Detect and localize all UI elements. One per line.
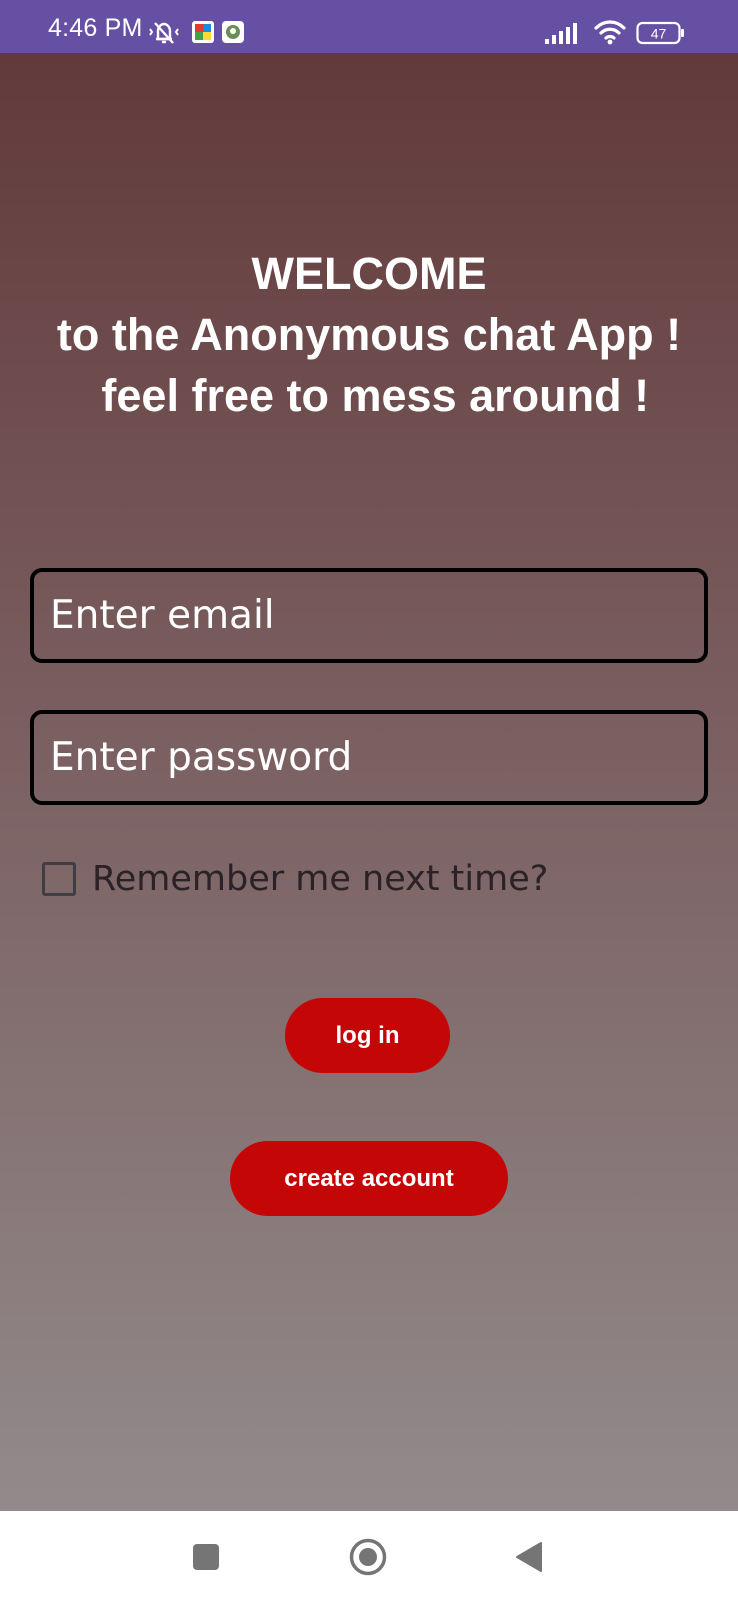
battery-level-text: 47: [651, 26, 667, 42]
remember-me-checkbox[interactable]: [42, 862, 76, 896]
home-circle-icon[interactable]: [349, 1538, 387, 1576]
signal-icon: [545, 23, 577, 44]
back-triangle-icon[interactable]: [515, 1541, 543, 1573]
navigation-bar: [0, 1511, 738, 1600]
app-notification-icon: [192, 21, 214, 43]
mute-icon: [149, 22, 179, 44]
recents-square-icon[interactable]: [193, 1544, 219, 1570]
password-input[interactable]: [34, 714, 704, 801]
welcome-tagline: feel free to mess around !: [88, 370, 650, 421]
welcome-heading: WELCOME to the Anonymous chat App ! feel…: [0, 243, 738, 426]
remember-me-label[interactable]: Remember me next time?: [92, 859, 548, 899]
status-time: 4:46 PM: [48, 14, 143, 42]
app-screen: 4:46 PM 47 WELCOME to the Anonymous chat…: [0, 0, 738, 1600]
login-screen: WELCOME to the Anonymous chat App ! feel…: [0, 53, 738, 1511]
app-notification-icon-2: [222, 21, 244, 43]
battery-icon: 47: [636, 21, 684, 45]
email-field-container: [30, 568, 708, 663]
email-input[interactable]: [34, 572, 704, 659]
welcome-subtitle: to the Anonymous chat App !: [56, 309, 682, 360]
create-account-button[interactable]: create account: [230, 1141, 508, 1216]
password-field-container: [30, 710, 708, 805]
welcome-title: WELCOME: [251, 248, 487, 299]
remember-me-row[interactable]: Remember me next time?: [42, 857, 548, 901]
wifi-icon: [594, 20, 626, 45]
status-bar: 4:46 PM 47: [0, 0, 738, 53]
login-button[interactable]: log in: [285, 998, 450, 1073]
